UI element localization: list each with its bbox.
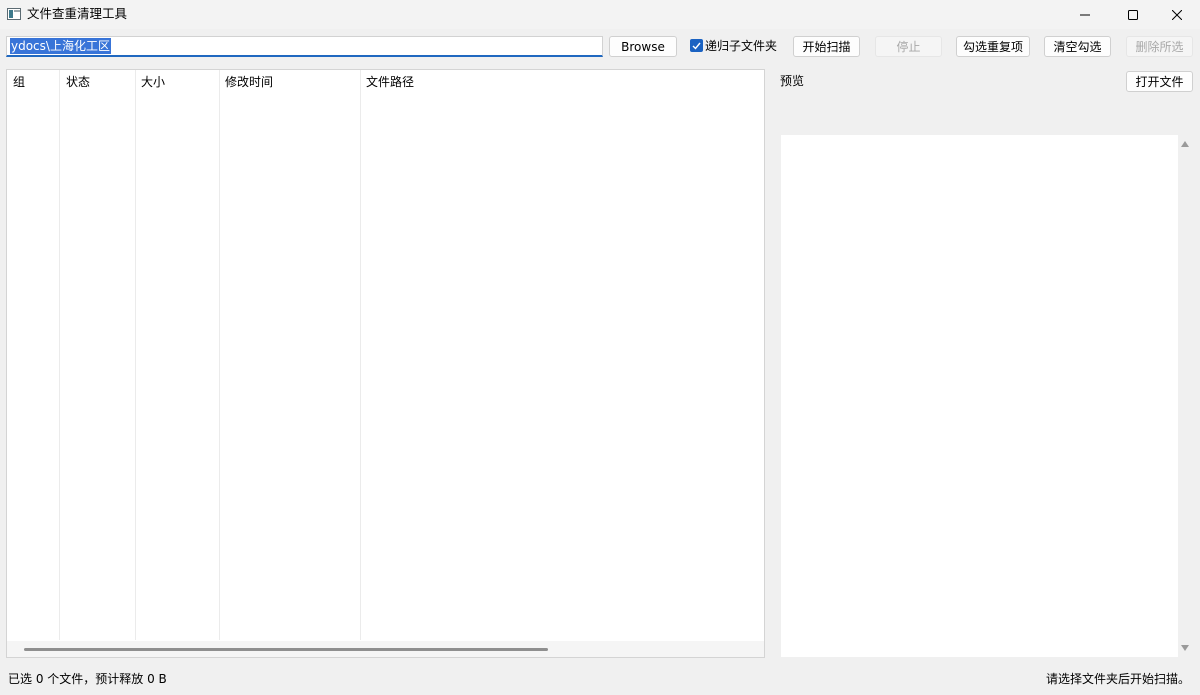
close-button[interactable] xyxy=(1154,0,1200,29)
column-header-status[interactable]: 状态 xyxy=(66,74,90,90)
column-header-size[interactable]: 大小 xyxy=(141,74,165,90)
scroll-up-icon[interactable] xyxy=(1181,141,1189,147)
scroll-down-icon[interactable] xyxy=(1181,645,1189,651)
column-divider xyxy=(360,70,361,640)
maximize-icon xyxy=(1128,9,1138,20)
minimize-button[interactable] xyxy=(1062,0,1108,29)
scrollbar-thumb[interactable] xyxy=(24,648,548,651)
title-bar[interactable]: 文件查重清理工具 xyxy=(0,0,1200,29)
checkmark-icon xyxy=(692,42,701,50)
close-icon xyxy=(1172,9,1182,20)
status-message: 请选择文件夹后开始扫描。 xyxy=(1045,672,1190,686)
start-scan-button[interactable]: 开始扫描 xyxy=(793,36,860,57)
preview-label: 预览 xyxy=(780,74,805,88)
folder-path-value: ydocs\上海化工区 xyxy=(10,38,111,54)
browse-button[interactable]: Browse xyxy=(609,36,677,57)
column-divider xyxy=(219,70,220,640)
minimize-icon xyxy=(1080,14,1090,15)
open-file-button[interactable]: 打开文件 xyxy=(1126,71,1193,92)
column-header-group[interactable]: 组 xyxy=(13,74,25,90)
recurse-label[interactable]: 递归子文件夹 xyxy=(705,38,777,54)
maximize-button[interactable] xyxy=(1110,0,1156,29)
column-header-path[interactable]: 文件路径 xyxy=(366,74,414,90)
folder-path-input[interactable]: ydocs\上海化工区 xyxy=(6,36,603,57)
vertical-scrollbar[interactable] xyxy=(1178,135,1194,657)
column-divider xyxy=(59,70,60,640)
preview-area[interactable] xyxy=(781,135,1178,657)
delete-selected-button[interactable]: 删除所选 xyxy=(1126,36,1193,57)
app-icon xyxy=(7,8,21,20)
column-divider xyxy=(135,70,136,640)
results-table[interactable]: 组 状态 大小 修改时间 文件路径 xyxy=(6,69,765,658)
window-title: 文件查重清理工具 xyxy=(27,6,128,21)
select-duplicates-button[interactable]: 勾选重复项 xyxy=(956,36,1030,57)
selection-status: 已选 0 个文件，预计释放 0 B xyxy=(8,672,167,686)
clear-selection-button[interactable]: 清空勾选 xyxy=(1044,36,1111,57)
horizontal-scrollbar[interactable] xyxy=(7,641,764,657)
stop-button[interactable]: 停止 xyxy=(875,36,942,57)
column-header-modified[interactable]: 修改时间 xyxy=(225,74,273,90)
recurse-checkbox[interactable] xyxy=(690,39,703,52)
